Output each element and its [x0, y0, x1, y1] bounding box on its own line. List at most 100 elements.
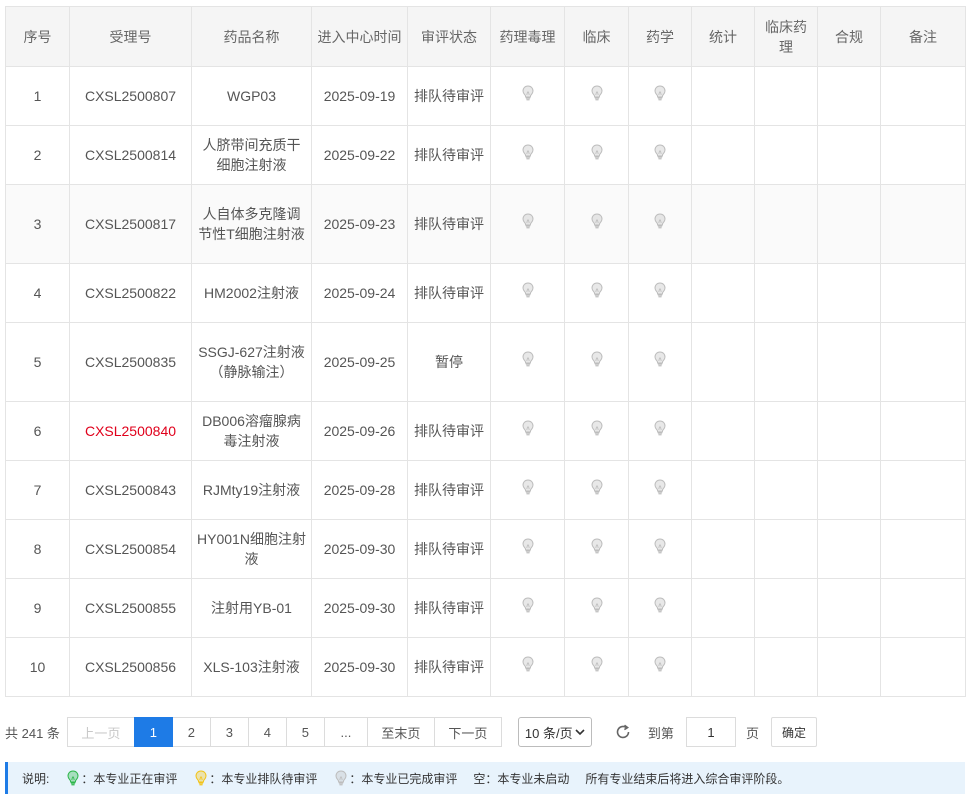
page-size-select[interactable]: 10 条/页 — [517, 717, 592, 747]
cell-clin-pharm — [754, 184, 818, 264]
cell-compliance — [817, 637, 881, 697]
gray-bulb-icon — [590, 420, 603, 442]
cell-clin-pharm — [754, 322, 818, 402]
table-row: 2 CXSL2500814 人脐带间充质干细胞注射液 2025-09-22 排队待审评 — [5, 125, 966, 185]
gray-bulb-icon — [590, 538, 603, 560]
cell-clinical — [564, 637, 629, 697]
gray-bulb-icon — [654, 282, 666, 304]
header-pharm-tox: 药理毒理 — [490, 6, 565, 67]
gray-bulb-icon — [335, 769, 347, 787]
cell-accept-no: CXSL2500822 — [69, 263, 192, 323]
cell-compliance — [817, 519, 881, 579]
cell-accept-no: CXSL2500856 — [69, 637, 192, 697]
header-pharmacy: 药学 — [628, 6, 692, 67]
cell-accept-no: CXSL2500817 — [69, 184, 192, 264]
legend-empty-text: 空：本专业未启动 — [473, 771, 570, 786]
legend-title: 说明: — [22, 771, 50, 786]
confirm-button[interactable]: 确定 — [770, 717, 817, 747]
gray-bulb-icon — [521, 479, 534, 501]
cell-pharmacy — [628, 401, 692, 461]
cell-no: 8 — [5, 519, 70, 579]
cell-drug-name: WGP03 — [191, 66, 312, 126]
cell-pharmacy — [628, 125, 692, 185]
cell-compliance — [817, 322, 881, 402]
cell-remarks — [880, 322, 966, 402]
gray-bulb-icon — [654, 85, 666, 107]
table-row: 5 CXSL2500835 SSGJ-627注射液（静脉输注） 2025-09-25 暂… — [5, 322, 966, 402]
header-entry-time: 进入中心时间 — [311, 6, 408, 67]
cell-drug-name: 人脐带间充质干细胞注射液 — [191, 125, 312, 185]
review-table-container: 序号 受理号 药品名称 进入中心时间 审评状态 药理毒理 临床 药学 统计 临床… — [5, 6, 966, 697]
header-remarks: 备注 — [880, 6, 966, 67]
gray-bulb-icon — [654, 144, 666, 166]
page-button-1[interactable]: 1 — [133, 717, 173, 747]
cell-entry-time: 2025-09-30 — [311, 637, 408, 697]
refresh-icon[interactable] — [612, 721, 634, 743]
cell-no: 9 — [5, 578, 70, 638]
table-body: 1 CXSL2500807 WGP03 2025-09-19 排队待审评 2 CXSL250… — [5, 66, 966, 697]
page-number-input[interactable]: 1 — [685, 717, 736, 747]
header-compliance: 合规 — [817, 6, 881, 67]
header-no: 序号 — [5, 6, 70, 67]
cell-no: 7 — [5, 460, 70, 520]
cell-drug-name: HY001N细胞注射液 — [191, 519, 312, 579]
cell-no: 2 — [5, 125, 70, 185]
cell-entry-time: 2025-09-24 — [311, 263, 408, 323]
next-page-button[interactable]: 下一页 — [433, 717, 502, 747]
page-ellipsis[interactable]: ... — [323, 717, 368, 747]
cell-pharmacy — [628, 66, 692, 126]
page-button-5[interactable]: 5 — [285, 717, 325, 747]
page-button-4[interactable]: 4 — [247, 717, 287, 747]
yellow-bulb-icon — [195, 769, 207, 787]
cell-statistics — [691, 401, 755, 461]
cell-entry-time: 2025-09-30 — [311, 578, 408, 638]
header-clin-pharm: 临床药理 — [754, 6, 818, 67]
cell-clinical — [564, 322, 629, 402]
cell-review-status: 暂停 — [407, 322, 491, 402]
cell-remarks — [880, 401, 966, 461]
legend-yellow-item: ：本专业排队待审评 — [195, 769, 317, 787]
cell-review-status: 排队待审评 — [407, 66, 491, 126]
cell-clinical — [564, 66, 629, 126]
cell-accept-no: CXSL2500854 — [69, 519, 192, 579]
cell-pharmacy — [628, 578, 692, 638]
gray-bulb-icon — [654, 213, 666, 235]
page-button-3[interactable]: 3 — [209, 717, 249, 747]
table-row: 6 CXSL2500840 DB006溶瘤腺病毒注射液 2025-09-26 排队待审评 — [5, 401, 966, 461]
cell-entry-time: 2025-09-19 — [311, 66, 408, 126]
cell-review-status: 排队待审评 — [407, 125, 491, 185]
cell-drug-name: SSGJ-627注射液（静脉输注） — [191, 322, 312, 402]
cell-statistics — [691, 263, 755, 323]
gray-bulb-icon — [521, 656, 534, 678]
cell-remarks — [880, 125, 966, 185]
cell-clinical — [564, 578, 629, 638]
cell-review-status: 排队待审评 — [407, 578, 491, 638]
cell-entry-time: 2025-09-30 — [311, 519, 408, 579]
gray-bulb-icon — [521, 144, 534, 166]
gray-bulb-icon — [590, 213, 603, 235]
gray-bulb-icon — [590, 597, 603, 619]
cell-remarks — [880, 519, 966, 579]
last-page-button[interactable]: 至末页 — [366, 717, 435, 747]
cell-accept-no: CXSL2500835 — [69, 322, 192, 402]
legend-note: 所有专业结束后将进入综合审评阶段。 — [585, 771, 790, 786]
legend-gray-text: ：本专业已完成审评 — [349, 771, 458, 786]
legend-green-text: ：本专业正在审评 — [81, 771, 178, 786]
page-size-value: 10 条/页 — [524, 725, 573, 741]
gray-bulb-icon — [590, 351, 603, 373]
cell-clinical — [564, 263, 629, 323]
cell-statistics — [691, 637, 755, 697]
prev-page-button[interactable]: 上一页 — [66, 717, 135, 747]
cell-pharmacy — [628, 184, 692, 264]
page-button-2[interactable]: 2 — [171, 717, 211, 747]
cell-drug-name: RJMty19注射液 — [191, 460, 312, 520]
cell-review-status: 排队待审评 — [407, 263, 491, 323]
cell-remarks — [880, 578, 966, 638]
chevron-down-icon — [575, 729, 585, 736]
page-unit-label: 页 — [745, 725, 759, 741]
cell-pharm-tox — [490, 637, 565, 697]
cell-compliance — [817, 578, 881, 638]
gray-bulb-icon — [654, 538, 666, 560]
cell-pharm-tox — [490, 322, 565, 402]
gray-bulb-icon — [654, 479, 666, 501]
